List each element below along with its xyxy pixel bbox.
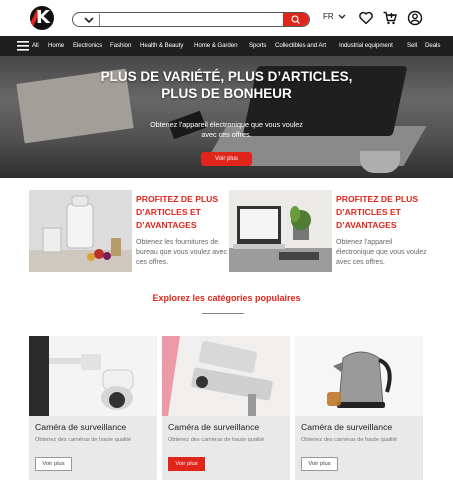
promo-image — [29, 190, 132, 272]
promo-title: PROFITEZ DE PLUS D’ARTICLES ET D’AVANTAG… — [136, 194, 219, 230]
search-button[interactable] — [283, 13, 309, 26]
nav-item-home[interactable]: Home — [48, 42, 64, 49]
menu-icon[interactable] — [17, 41, 29, 51]
search-divider — [99, 14, 100, 26]
search-bar — [72, 12, 310, 27]
nav-item-home-garden[interactable]: Home & Garden — [194, 42, 238, 49]
camera-image — [162, 336, 290, 416]
section-title: Explorez les catégories populaires — [152, 293, 301, 303]
promo-image — [229, 190, 332, 272]
category-nav: All Home Electronics Fashion Health & Be… — [0, 36, 453, 56]
card-title: Caméra de surveillance — [168, 422, 260, 432]
promo-text: Obtenez les fournitures de bureau que vo… — [136, 239, 228, 266]
nav-item-sell[interactable]: Sell — [407, 42, 417, 49]
hero-banner: PLUS DE VARIÉTÉ, PLUS D’ARTICLES, PLUS D… — [0, 56, 453, 178]
section-divider — [202, 313, 244, 314]
nav-item-collectibles-art[interactable]: Collectibles and Art — [275, 42, 326, 49]
chevron-down-icon[interactable] — [79, 14, 99, 26]
card-see-more-button[interactable]: Voir plus — [35, 457, 72, 471]
nav-item-electronics[interactable]: Electronics — [73, 42, 102, 49]
heart-icon[interactable] — [358, 10, 374, 26]
cart-icon[interactable] — [382, 10, 398, 26]
promo-office-supplies[interactable]: PROFITEZ DE PLUS D’ARTICLES ET D’AVANTAG… — [29, 190, 229, 272]
category-card[interactable]: Caméra de surveillance Obtenez des camér… — [29, 336, 157, 480]
card-subtitle: Obtenez des caméras de haute qualité — [168, 437, 265, 443]
category-card[interactable]: Caméra de surveillance Obtenez des camér… — [162, 336, 290, 480]
header: K FR — [0, 0, 453, 36]
nav-item-health-beauty[interactable]: Health & Beauty — [140, 42, 183, 49]
hero-see-more-button[interactable]: Voir plus — [201, 152, 252, 166]
card-title: Caméra de surveillance — [35, 422, 127, 432]
hero-title: PLUS DE VARIÉTÉ, PLUS D’ARTICLES, PLUS D… — [100, 69, 353, 101]
promo-text: Obtenez l'appareil électronique que vous… — [336, 239, 427, 266]
search-icon — [291, 15, 300, 24]
nav-item-fashion[interactable]: Fashion — [110, 42, 131, 49]
user-icon[interactable] — [407, 10, 423, 26]
logo-icon[interactable]: K — [30, 6, 54, 30]
nav-item-deals[interactable]: Deals — [425, 42, 440, 49]
card-subtitle: Obtenez des caméras de haute qualité — [301, 437, 398, 443]
chevron-down-icon[interactable] — [337, 12, 347, 22]
search-input[interactable] — [103, 13, 281, 26]
nav-item-industrial-equipment[interactable]: Industrial equipment — [339, 42, 393, 49]
nav-item-sports[interactable]: Sports — [249, 42, 266, 49]
camera-image — [29, 336, 157, 416]
card-title: Caméra de surveillance — [301, 422, 393, 432]
category-card[interactable]: Caméra de surveillance Obtenez des camér… — [295, 336, 423, 480]
hero-subtitle: Obtenez l'appareil électronique que vous… — [150, 120, 303, 139]
card-subtitle: Obtenez des caméras de haute qualité — [35, 437, 132, 443]
nav-item-all[interactable]: All — [32, 42, 39, 49]
promo-electronics[interactable]: PROFITEZ DE PLUS D’ARTICLES ET D’AVANTAG… — [229, 190, 453, 272]
card-see-more-button[interactable]: Voir plus — [301, 457, 338, 471]
promo-title: PROFITEZ DE PLUS D’ARTICLES ET D’AVANTAG… — [336, 194, 419, 230]
language-selector[interactable]: FR — [323, 12, 334, 21]
kettle-image — [295, 336, 423, 416]
card-see-more-button[interactable]: Voir plus — [168, 457, 205, 471]
